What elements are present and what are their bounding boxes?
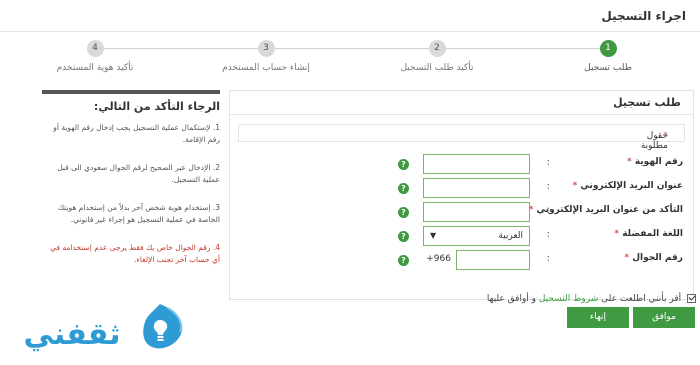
id-number-input[interactable] xyxy=(423,154,530,174)
form-row-id-number: رقم الهوية * : ? xyxy=(230,153,693,175)
step-3: 3 إنشاء حساب المستخدم xyxy=(206,40,326,73)
registration-form-panel: طلب تسجيل * حقول مطلوبة رقم الهوية * : ?… xyxy=(229,90,694,300)
step-3-label: إنشاء حساب المستخدم xyxy=(222,63,310,73)
help-icon[interactable]: ? xyxy=(398,207,409,218)
dropdown-arrow-icon: ▼ xyxy=(430,231,437,240)
form-panel-header: طلب تسجيل xyxy=(230,91,693,115)
instructions-top-bar xyxy=(42,90,220,94)
email-confirm-label: التأكد من عنوان البريد الإلكتروني * xyxy=(528,205,683,215)
help-icon[interactable]: ? xyxy=(398,183,409,194)
step-1: 1 طلب تسجيل xyxy=(548,40,668,73)
logo-graphic: ثقفني xyxy=(23,304,183,352)
email-input[interactable] xyxy=(423,178,530,198)
help-icon[interactable]: ? xyxy=(398,159,409,170)
colon: : xyxy=(546,229,550,240)
step-4: 4 تأكيد هوية المستخدم xyxy=(35,40,155,73)
required-fields-note: * حقول مطلوبة xyxy=(238,124,685,151)
page-header: اجراء التسجيل xyxy=(0,0,700,32)
terms-agreement: أقر بأنني اطلعت على شروط التسجيل و أوافق… xyxy=(487,294,696,304)
instruction-item-2: 2. الإدخال عبر الصحيح لرقم الجوال سعودي … xyxy=(57,163,220,184)
step-1-label: طلب تسجيل xyxy=(584,63,632,73)
registration-stepper: 1 طلب تسجيل 2 تأكيد طلب التسجيل 3 إنشاء … xyxy=(0,32,700,84)
step-3-circle: 3 xyxy=(257,40,275,57)
page-title: اجراء التسجيل xyxy=(601,9,686,23)
instruction-item-4: 4. رقم الجوال خاص بك فقط يرجى عدم إستخدا… xyxy=(50,243,220,264)
form-row-language: اللغة المفضلة * : العربية ▼ ? xyxy=(230,225,693,247)
instruction-item-3: 3. إستخدام هوية شخص آخر بدلاً من إستخدام… xyxy=(57,203,220,224)
required-note-text: حقول مطلوبة xyxy=(640,131,668,151)
step-2: 2 تأكيد طلب التسجيل xyxy=(377,40,497,73)
step-1-circle: 1 xyxy=(599,40,617,57)
finish-button[interactable]: إنهاء xyxy=(567,307,629,328)
help-icon[interactable]: ? xyxy=(398,255,409,266)
lightbulb-icon xyxy=(143,304,183,349)
language-selected-value: العربية xyxy=(498,231,523,241)
logo-wordmark: ثقفني xyxy=(23,317,120,352)
colon: : xyxy=(546,205,550,216)
form-title: طلب تسجيل xyxy=(613,96,681,109)
form-row-email-confirm: التأكد من عنوان البريد الإلكتروني * : ? xyxy=(230,201,693,223)
form-row-mobile: رقم الجوال * : +966 ? xyxy=(230,249,693,271)
mobile-input[interactable] xyxy=(456,250,530,270)
terms-checkbox[interactable] xyxy=(687,294,696,303)
help-icon[interactable]: ? xyxy=(398,231,409,242)
language-select[interactable]: العربية ▼ xyxy=(423,226,530,246)
id-number-label: رقم الهوية * xyxy=(626,157,683,167)
colon: : xyxy=(546,157,550,168)
email-label: عنوان البريد الإلكتروني * xyxy=(572,181,683,191)
terms-link[interactable]: شروط التسجيل xyxy=(539,294,598,304)
mobile-label: رقم الجوال * xyxy=(624,253,683,263)
form-row-email: عنوان البريد الإلكتروني * : ? xyxy=(230,177,693,199)
instructions-panel: الرجاء التأكد من التالي: 1. لإستكمال عمل… xyxy=(42,90,220,270)
language-label: اللغة المفضلة * xyxy=(614,229,683,239)
email-confirm-input[interactable] xyxy=(423,202,530,222)
instructions-heading: الرجاء التأكد من التالي: xyxy=(93,100,220,113)
country-code-prefix: +966 xyxy=(426,254,451,264)
step-2-circle: 2 xyxy=(428,40,446,57)
stepper-line xyxy=(95,48,605,49)
terms-text-before: أقر بأنني اطلعت على xyxy=(601,294,682,304)
colon: : xyxy=(546,253,550,264)
instruction-item-1: 1. لإستكمال عملية التسجيل يجب إدخال رقم … xyxy=(53,123,220,144)
colon: : xyxy=(546,181,550,192)
terms-text-after: و أوافق عليها xyxy=(486,294,536,304)
step-2-label: تأكيد طلب التسجيل xyxy=(400,63,474,73)
agree-button[interactable]: موافق xyxy=(633,307,695,328)
step-4-circle: 4 xyxy=(86,40,104,57)
site-logo: ثقفني xyxy=(10,300,215,358)
step-4-label: تأكيد هوية المستخدم xyxy=(56,63,134,73)
